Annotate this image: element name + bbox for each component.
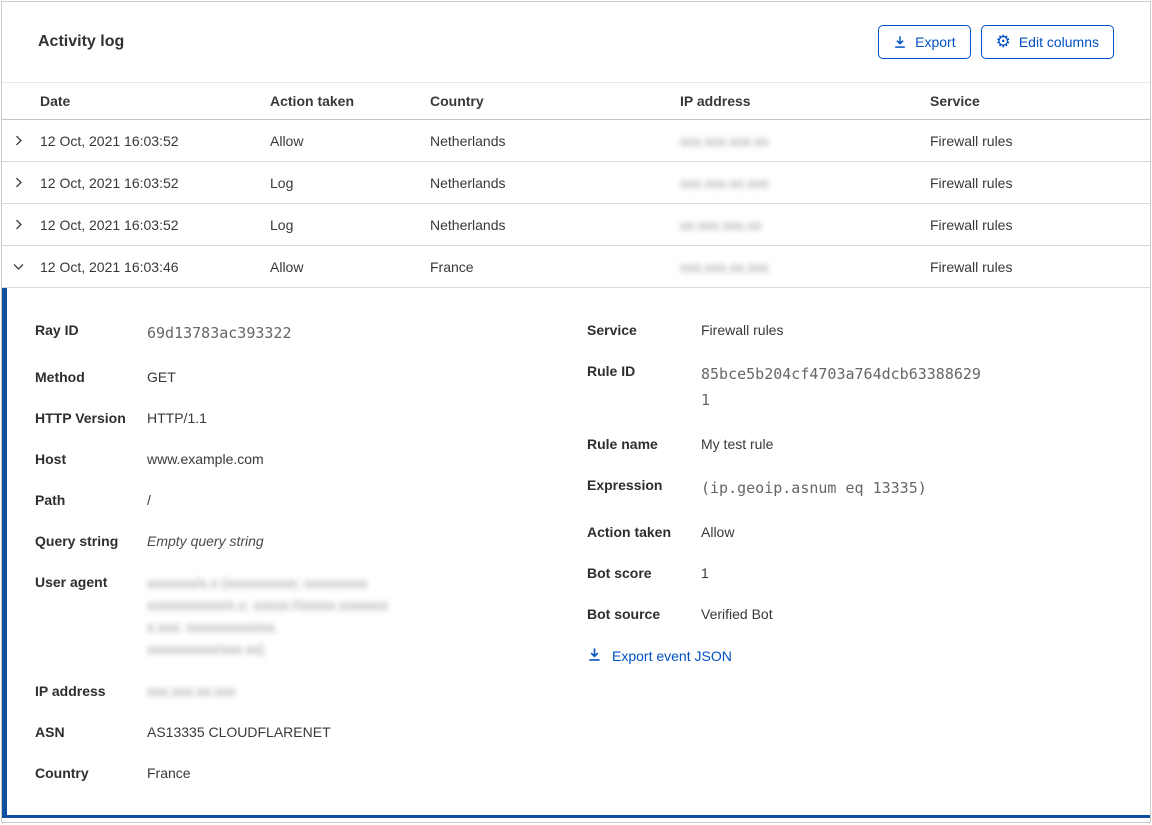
row-date: 12 Oct, 2021 16:03:46 (40, 258, 179, 275)
service-value: Firewall rules (701, 322, 784, 338)
method-value: GET (147, 369, 176, 385)
query-string-value: Empty query string (147, 533, 264, 549)
row-country: Netherlands (430, 174, 506, 191)
user-agent-value-redacted: xxxxxxx/x.x (xxxxxxxxxx; xxxxxxxxx xxxxx… (147, 575, 389, 657)
path-value: / (147, 492, 151, 508)
row-service: Firewall rules (930, 132, 1013, 149)
bot-source-value: Verified Bot (701, 606, 773, 622)
service-label: Service (587, 322, 637, 338)
expand-chevron-right-icon[interactable] (2, 134, 40, 147)
row-action-taken: Allow (270, 258, 304, 275)
action-taken-value: Allow (701, 524, 735, 540)
ip-address-label: IP address (35, 683, 106, 699)
event-detail-right-column: Service Firewall rules Rule ID 85bce5b204c… (587, 320, 1120, 805)
host-value: www.example.com (147, 451, 264, 467)
path-label: Path (35, 492, 66, 508)
row-country: Netherlands (430, 216, 506, 233)
row-ip-address-redacted: xx.xxx.xxx.xx (680, 216, 762, 233)
row-action-taken: Allow (270, 132, 304, 149)
page-title: Activity log (38, 33, 125, 50)
topbar-actions: Export ⚙ Edit columns (878, 25, 1114, 59)
ray-id-label: Ray ID (35, 322, 79, 338)
column-header-date: Date (40, 93, 71, 109)
method-label: Method (35, 369, 85, 385)
table-row[interactable]: 12 Oct, 2021 16:03:52 Log Netherlands xx… (2, 162, 1150, 204)
ip-address-value-redacted: xxx.xxx.xx.xxx (147, 683, 236, 699)
export-button-label: Export (915, 34, 956, 50)
http-version-value: HTTP/1.1 (147, 410, 207, 426)
rule-id-label: Rule ID (587, 363, 636, 379)
expand-chevron-right-icon[interactable] (2, 176, 40, 189)
download-icon (893, 35, 907, 49)
expand-chevron-right-icon[interactable] (2, 218, 40, 231)
table-header-row: Date Action taken Country IP address Ser… (2, 82, 1150, 120)
row-action-taken: Log (270, 174, 294, 191)
country-value: France (147, 765, 191, 781)
ray-id-value: 69d13783ac393322 (147, 324, 292, 342)
expression-value: (ip.geoip.asnum eq 13335) (701, 479, 927, 497)
rule-id-value: 85bce5b204cf4703a764dcb633886291 (701, 365, 981, 409)
row-date: 12 Oct, 2021 16:03:52 (40, 216, 179, 233)
column-header-ip-address: IP address (680, 93, 751, 109)
export-button[interactable]: Export (878, 25, 971, 59)
row-service: Firewall rules (930, 258, 1013, 275)
rule-name-value: My test rule (701, 436, 774, 452)
asn-value: AS13335 CLOUDFLARENET (147, 724, 331, 740)
host-label: Host (35, 451, 67, 467)
row-date: 12 Oct, 2021 16:03:52 (40, 132, 179, 149)
column-header-country: Country (430, 93, 484, 109)
bot-score-value: 1 (701, 565, 709, 581)
activity-log-panel: Activity log Export ⚙ Edit columns Date … (1, 1, 1151, 823)
expression-label: Expression (587, 477, 663, 493)
topbar: Activity log Export ⚙ Edit columns (2, 2, 1150, 82)
action-taken-label: Action taken (587, 524, 672, 540)
edit-columns-button-label: Edit columns (1018, 34, 1099, 50)
collapse-chevron-down-icon[interactable] (2, 260, 40, 273)
download-icon (587, 647, 602, 665)
row-ip-address-redacted: xxx.xxx.xx.xxx (680, 258, 769, 275)
table-row[interactable]: 12 Oct, 2021 16:03:52 Log Netherlands xx… (2, 204, 1150, 246)
event-detail-left-column: Ray ID 69d13783ac393322 Method GET HTTP Ve… (35, 320, 587, 805)
row-service: Firewall rules (930, 216, 1013, 233)
row-country: Netherlands (430, 132, 506, 149)
http-version-label: HTTP Version (35, 410, 126, 426)
column-header-action-taken: Action taken (270, 93, 355, 109)
asn-label: ASN (35, 724, 65, 740)
query-string-label: Query string (35, 533, 119, 549)
row-ip-address-redacted: xxx.xxx.xx.xxx (680, 174, 769, 191)
table-row[interactable]: 12 Oct, 2021 16:03:52 Allow Netherlands … (2, 120, 1150, 162)
gear-icon: ⚙ (995, 31, 1011, 52)
export-event-json-link[interactable]: Export event JSON (587, 647, 1120, 665)
event-detail-panel: Ray ID 69d13783ac393322 Method GET HTTP Ve… (2, 288, 1150, 818)
bot-source-label: Bot source (587, 606, 661, 622)
edit-columns-button[interactable]: ⚙ Edit columns (980, 25, 1114, 59)
user-agent-label: User agent (35, 574, 108, 590)
bot-score-label: Bot score (587, 565, 652, 581)
row-ip-address-redacted: xxx.xxx.xxx.xx (680, 132, 769, 149)
country-label: Country (35, 765, 89, 781)
activity-table: Date Action taken Country IP address Ser… (2, 82, 1150, 288)
column-header-service: Service (930, 93, 980, 109)
export-event-json-label: Export event JSON (612, 648, 732, 664)
row-date: 12 Oct, 2021 16:03:52 (40, 174, 179, 191)
row-service: Firewall rules (930, 174, 1013, 191)
row-action-taken: Log (270, 216, 294, 233)
row-country: France (430, 258, 474, 275)
rule-name-label: Rule name (587, 436, 658, 452)
table-row-expanded[interactable]: 12 Oct, 2021 16:03:46 Allow France xxx.x… (2, 246, 1150, 288)
